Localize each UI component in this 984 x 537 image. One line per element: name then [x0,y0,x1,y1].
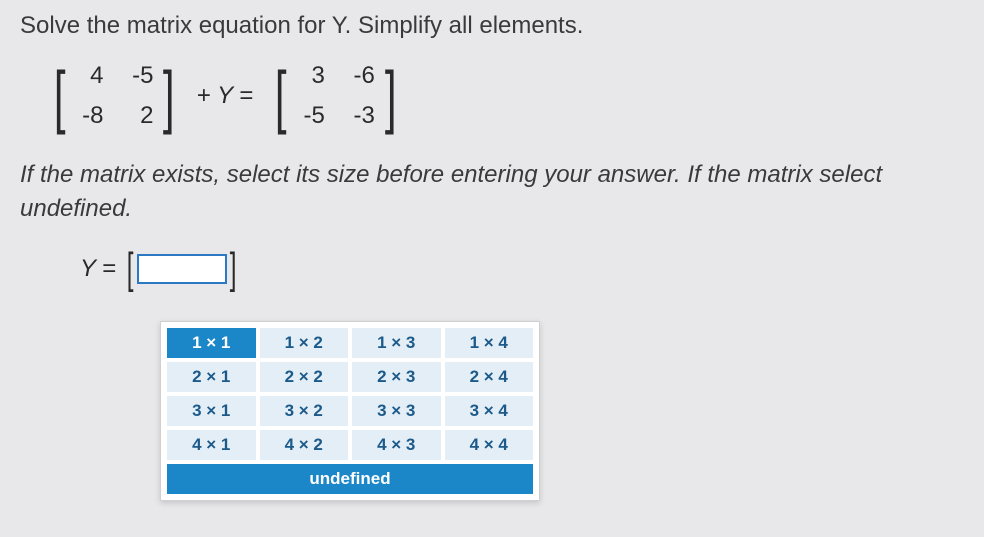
size-button[interactable]: 2 × 1 [167,362,256,392]
matrix-equation: [ 4 -5 -8 2 ] + Y = [ 3 -6 -5 -3 ] [50,58,964,134]
bracket-left-icon: [ [54,61,66,131]
size-button[interactable]: 3 × 3 [352,396,441,426]
size-button[interactable]: 3 × 2 [260,396,349,426]
size-grid: 1 × 11 × 21 × 31 × 4 2 × 12 × 22 × 32 × 4… [167,328,533,460]
answer-label: Y = [80,255,116,283]
answer-input[interactable] [137,254,227,284]
size-button[interactable]: 3 × 4 [445,396,534,426]
size-button[interactable]: 4 × 3 [352,430,441,460]
matrix-a: [ 4 -5 -8 2 ] [50,58,179,134]
matrix-a-cell: 2 [125,102,153,130]
size-button[interactable]: 2 × 3 [352,362,441,392]
question-text: Solve the matrix equation for Y. Simplif… [20,12,964,40]
answer-variable: Y [80,255,96,282]
plus-sign: + [197,82,211,109]
instruction-text: If the matrix exists, select its size be… [20,158,964,225]
bracket-left-icon: [ [127,247,134,291]
matrix-a-cell: -5 [125,62,153,90]
matrix-a-cell: -8 [75,102,103,130]
size-button[interactable]: 3 × 1 [167,396,256,426]
bracket-right-icon: ] [163,61,175,131]
size-button[interactable]: 1 × 3 [352,328,441,358]
size-button[interactable]: 1 × 2 [260,328,349,358]
size-button[interactable]: 2 × 2 [260,362,349,392]
bracket-right-icon: ] [229,247,236,291]
size-button[interactable]: 1 × 4 [445,328,534,358]
matrix-b: [ 3 -6 -5 -3 ] [271,58,400,134]
size-button[interactable]: 1 × 1 [167,328,256,358]
variable-y: Y [217,82,233,109]
size-button[interactable]: 4 × 2 [260,430,349,460]
equals-sign: = [239,82,253,109]
size-selector-panel: 1 × 11 × 21 × 31 × 4 2 × 12 × 22 × 32 × 4… [160,321,540,501]
equation-operator: + Y = [197,82,254,110]
answer-matrix-box: [ ] [124,247,238,291]
answer-equals: = [102,255,116,282]
matrix-b-cell: -3 [347,102,375,130]
size-button[interactable]: 4 × 4 [445,430,534,460]
size-button[interactable]: 4 × 1 [167,430,256,460]
matrix-b-cell: 3 [297,62,325,90]
answer-row: Y = [ ] [80,247,964,291]
bracket-right-icon: ] [385,61,397,131]
size-button[interactable]: 2 × 4 [445,362,534,392]
bracket-left-icon: [ [275,61,287,131]
undefined-button[interactable]: undefined [167,464,533,494]
matrix-a-cell: 4 [75,62,103,90]
matrix-b-cell: -5 [297,102,325,130]
matrix-b-cell: -6 [347,62,375,90]
